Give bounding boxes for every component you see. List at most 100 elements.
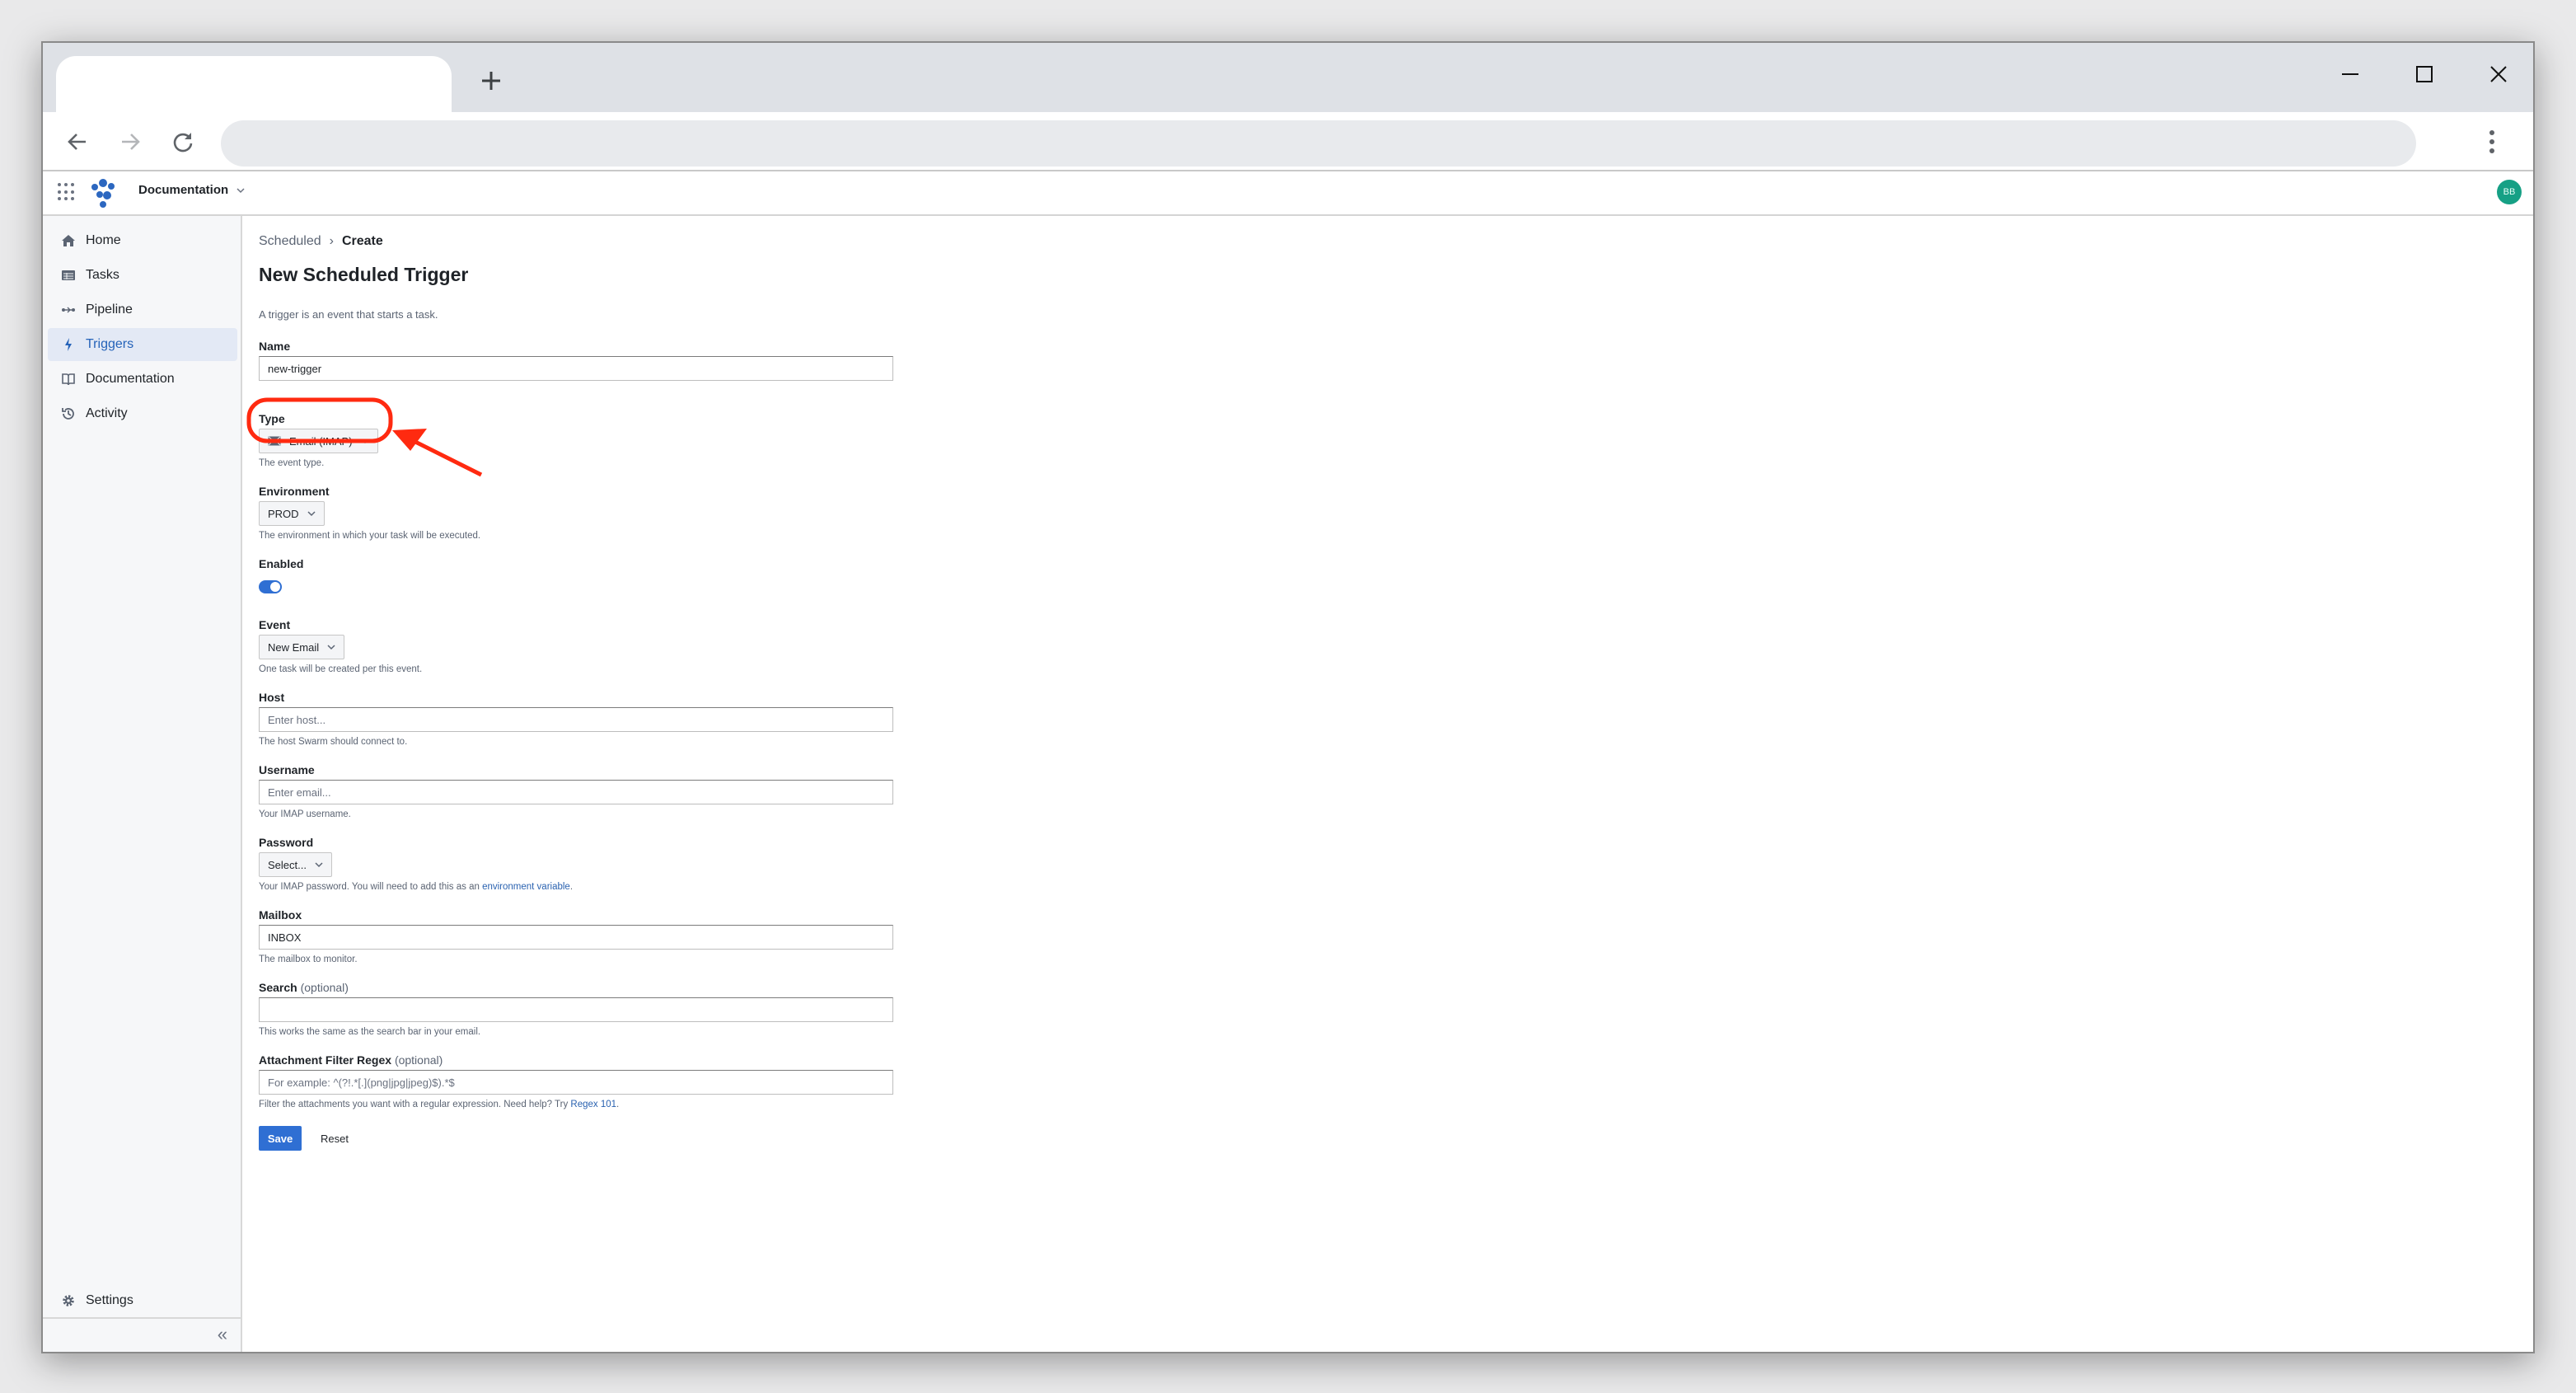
mailbox-input[interactable]: [259, 925, 893, 950]
book-icon: [62, 373, 75, 386]
search-label: Search (optional): [259, 981, 349, 994]
sidebar-item-label: Tasks: [86, 268, 119, 282]
tab-bar: [43, 43, 2533, 112]
pipeline-icon: [62, 307, 75, 313]
chevron-down-icon: [315, 862, 323, 868]
environment-help: The environment in which your task will …: [259, 531, 481, 541]
sidebar-item-label: Pipeline: [86, 303, 133, 317]
search-help: This works the same as the search bar in…: [259, 1027, 481, 1037]
kebab-menu-icon[interactable]: [2471, 120, 2513, 163]
page-subtitle: A trigger is an event that starts a task…: [259, 308, 438, 321]
project-switcher[interactable]: Documentation: [138, 183, 245, 197]
attachment-regex-help-suffix: .: [616, 1100, 620, 1109]
chevron-down-icon: [307, 511, 316, 517]
main-content: Scheduled › Create New Scheduled Trigger…: [242, 216, 2533, 1352]
minimize-icon[interactable]: [2317, 49, 2383, 99]
chevron-down-icon: [361, 439, 369, 444]
name-input[interactable]: [259, 356, 893, 381]
sidebar-item-label: Settings: [86, 1293, 133, 1307]
browser-window: Documentation BB Home Tasks Pipeline Tri…: [41, 41, 2535, 1353]
back-arrow-icon[interactable]: [56, 120, 99, 163]
browser-toolbar: [43, 112, 2533, 171]
sidebar-item-settings[interactable]: Settings: [48, 1284, 237, 1317]
sidebar-item-documentation[interactable]: Documentation: [48, 363, 237, 396]
reset-button[interactable]: Reset: [308, 1126, 361, 1151]
bolt-icon: [65, 338, 72, 351]
host-label: Host: [259, 691, 285, 704]
attachment-regex-help: Filter the attachments you want with a r…: [259, 1100, 619, 1109]
sidebar-item-pipeline[interactable]: Pipeline: [48, 293, 237, 326]
password-select[interactable]: Select...: [259, 852, 332, 877]
attachment-regex-help-text: Filter the attachments you want with a r…: [259, 1100, 571, 1109]
username-input[interactable]: [259, 780, 893, 804]
sidebar-item-label: Triggers: [86, 337, 134, 351]
sidebar-item-triggers[interactable]: Triggers: [48, 328, 237, 361]
swarm-logo-icon: [91, 179, 115, 208]
breadcrumb-parent[interactable]: Scheduled: [259, 234, 321, 249]
sidebar-item-label: Home: [86, 233, 121, 247]
event-help: One task will be created per this event.: [259, 664, 423, 674]
enabled-label: Enabled: [259, 557, 304, 570]
sidebar-item-home[interactable]: Home: [48, 224, 237, 257]
double-chevron-left-icon[interactable]: «: [218, 1324, 227, 1345]
optional-tag: (optional): [394, 1053, 443, 1067]
sidebar: Home Tasks Pipeline Triggers Documentati…: [43, 216, 242, 1352]
avatar-initials: BB: [2503, 187, 2516, 197]
search-label-text: Search: [259, 981, 297, 994]
event-select[interactable]: New Email: [259, 635, 345, 659]
plus-icon[interactable]: [471, 61, 511, 101]
project-name: Documentation: [138, 183, 229, 197]
environment-value: PROD: [268, 507, 299, 520]
envelope-icon: [268, 436, 281, 446]
attachment-regex-input[interactable]: [259, 1070, 893, 1095]
host-help: The host Swarm should connect to.: [259, 737, 408, 747]
grid-icon[interactable]: [58, 183, 76, 201]
name-label: Name: [259, 340, 291, 353]
reload-icon[interactable]: [162, 120, 204, 163]
breadcrumb: Scheduled › Create: [259, 234, 383, 249]
sidebar-item-label: Activity: [86, 406, 128, 420]
address-bar[interactable]: [221, 120, 2416, 167]
browser-tab[interactable]: [56, 56, 452, 112]
home-icon: [62, 235, 75, 246]
forward-arrow-icon[interactable]: [109, 120, 152, 163]
mailbox-help: The mailbox to monitor.: [259, 954, 358, 964]
type-label: Type: [259, 412, 285, 425]
page-title: New Scheduled Trigger: [259, 264, 469, 285]
regex101-link[interactable]: Regex 101: [570, 1100, 616, 1109]
table-icon: [62, 270, 75, 280]
password-value: Select...: [268, 858, 307, 871]
event-label: Event: [259, 618, 291, 631]
chevron-down-icon: [327, 645, 335, 650]
sidebar-divider: [43, 1317, 241, 1319]
breadcrumb-current: Create: [341, 234, 383, 248]
optional-tag: (optional): [300, 981, 349, 994]
environment-label: Environment: [259, 485, 330, 498]
attachment-regex-label: Attachment Filter Regex (optional): [259, 1053, 443, 1067]
type-value: Email (IMAP): [289, 434, 353, 448]
password-help-text: Your IMAP password. You will need to add…: [259, 882, 483, 892]
environment-select[interactable]: PROD: [259, 501, 325, 526]
sidebar-item-activity[interactable]: Activity: [48, 397, 237, 430]
password-help-suffix: .: [569, 882, 574, 892]
event-value: New Email: [268, 640, 320, 654]
save-button[interactable]: Save: [259, 1126, 302, 1151]
enabled-toggle[interactable]: [259, 580, 282, 593]
maximize-icon[interactable]: [2391, 49, 2457, 99]
app-header: Documentation BB: [43, 171, 2533, 216]
sidebar-item-label: Documentation: [86, 372, 175, 386]
password-help: Your IMAP password. You will need to add…: [259, 882, 573, 892]
username-label: Username: [259, 763, 315, 776]
type-help: The event type.: [259, 458, 325, 468]
close-icon[interactable]: [2466, 49, 2532, 99]
type-select[interactable]: Email (IMAP): [259, 429, 378, 453]
avatar[interactable]: BB: [2497, 180, 2522, 204]
history-icon: [62, 408, 74, 420]
chevron-right-icon: ›: [329, 234, 334, 248]
username-help: Your IMAP username.: [259, 809, 351, 819]
environment-variable-link[interactable]: environment variable: [482, 882, 570, 892]
host-input[interactable]: [259, 707, 893, 732]
search-input[interactable]: [259, 997, 893, 1022]
mailbox-label: Mailbox: [259, 908, 302, 922]
sidebar-item-tasks[interactable]: Tasks: [48, 259, 237, 292]
